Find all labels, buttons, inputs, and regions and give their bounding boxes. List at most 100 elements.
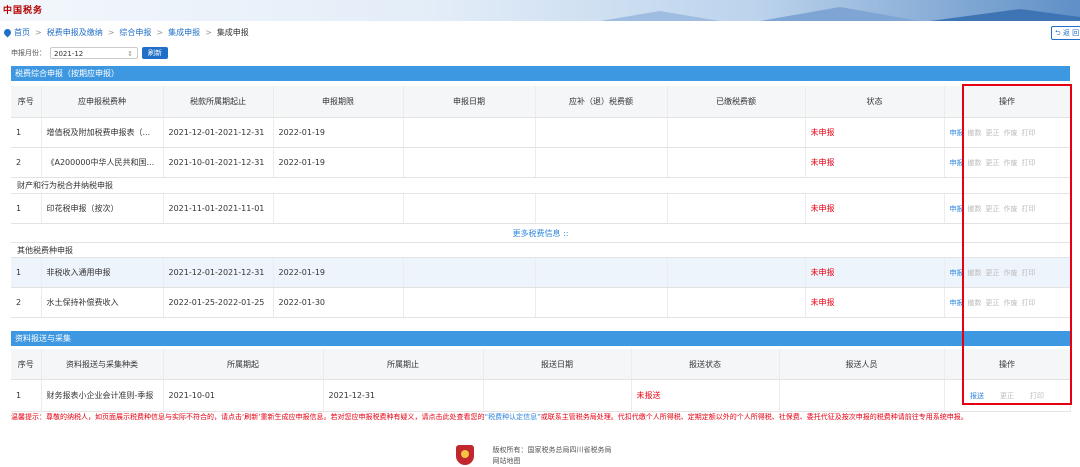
- more-tax-info-link[interactable]: 更多税费信息 ::: [11, 223, 1070, 243]
- row-paid: [667, 147, 806, 178]
- refresh-button[interactable]: 刷新: [142, 46, 168, 59]
- back-button[interactable]: ⮌ 返 回: [1051, 26, 1080, 40]
- breadcrumb-comprehensive[interactable]: 综合申报: [119, 28, 151, 37]
- row-tax-name: 非税收入通用申报: [41, 257, 164, 288]
- group-label: 其他税费种申报: [11, 242, 1070, 258]
- table-row: 1 财务报表小企业会计准则-季报 2021-10-01 2021-12-31 未…: [11, 379, 1071, 412]
- row-due: [535, 287, 668, 318]
- table-row: 1 增值税及附加税费申报表（... 2021-12-01-2021-12-31 …: [11, 117, 1071, 148]
- breadcrumb-separator: >: [156, 28, 164, 37]
- breadcrumb-separator: >: [205, 28, 212, 37]
- breadcrumb-separator: >: [107, 28, 115, 37]
- row-no: 2: [11, 147, 42, 178]
- breadcrumb-current: 集成申报: [216, 28, 249, 37]
- col-header: 状态: [805, 86, 945, 118]
- chevron-down-icon: ⇕: [127, 49, 133, 58]
- row-paid: [667, 193, 806, 224]
- tax-emblem-icon: [456, 445, 474, 465]
- row-person: [779, 379, 945, 412]
- row-tax-name: 印花税申报（按次）: [41, 193, 164, 224]
- row-date: [403, 257, 536, 288]
- header-banner: 中国税务: [0, 0, 1080, 21]
- banner-decoration: [760, 7, 920, 21]
- table-header-row: 序号 资料报送与采集种类 所属期起 所属期止 报送日期 报送状态 报送人员 操作: [11, 349, 1071, 380]
- row-deadline: 2022-01-19: [273, 147, 404, 178]
- col-header: 序号: [11, 349, 42, 380]
- col-header: 申报日期: [403, 86, 536, 118]
- warm-tip: 温馨提示：尊敬的纳税人，如页面展示税费种信息与实际不符合的，请点击‘刷新’重新生…: [11, 411, 1071, 423]
- footer: 版权所有：国家税务总局四川省税务局 网站地图: [456, 445, 612, 467]
- breadcrumb-tax-filing[interactable]: 税费申报及缴纳: [47, 28, 103, 37]
- section-header-tax: 税费综合申报（按期应申报）: [11, 66, 1070, 81]
- row-tax-name: 水土保持补偿费收入: [41, 287, 164, 318]
- row-deadline: 2022-01-19: [273, 257, 404, 288]
- row-paid: [667, 287, 806, 318]
- tax-type-info-link[interactable]: “税费种认定信息”: [484, 413, 540, 421]
- col-header: 申报期限: [273, 86, 404, 118]
- table-row: 1 非税收入通用申报 2021-12-01-2021-12-31 2022-01…: [11, 257, 1071, 288]
- row-due: [535, 193, 668, 224]
- banner-decoration: [600, 11, 720, 21]
- month-select[interactable]: 2021-12 ⇕: [50, 46, 138, 59]
- row-date: [483, 379, 632, 412]
- breadcrumb-home[interactable]: 首页: [14, 28, 30, 37]
- row-date: [403, 147, 536, 178]
- row-paid: [667, 117, 806, 148]
- materials-table: 序号 资料报送与采集种类 所属期起 所属期止 报送日期 报送状态 报送人员 操作…: [11, 349, 1071, 412]
- more-row: 更多税费信息 ::: [11, 223, 1070, 243]
- row-no: 2: [11, 287, 42, 318]
- row-no: 1: [11, 193, 42, 224]
- row-status: 未申报: [805, 147, 945, 178]
- row-status: 未申报: [805, 287, 945, 318]
- row-period: 2021-12-01-2021-12-31: [163, 117, 274, 148]
- col-header: 所属期止: [323, 349, 484, 380]
- footer-text: 版权所有：国家税务总局四川省税务局 网站地图: [493, 445, 612, 467]
- row-deadline: [273, 193, 404, 224]
- back-icon: ⮌: [1055, 29, 1063, 37]
- breadcrumb-separator: >: [35, 28, 42, 37]
- row-no: 1: [11, 379, 42, 412]
- table-row: 1 印花税申报（按次） 2021-11-01-2021-11-01 未申报 申报…: [11, 193, 1071, 224]
- tip-text: 温馨提示：尊敬的纳税人，如页面展示税费种信息与实际不符合的，请点击‘刷新’重新生…: [11, 413, 485, 421]
- row-date: [403, 193, 536, 224]
- month-label: 申报月份：: [11, 49, 46, 57]
- group-row: 财产和行为税合并纳税申报: [11, 177, 1070, 194]
- table-header-row: 序号 应申报税费种 税款所属期起止 申报期限 申报日期 应补（退）税费额 已缴税…: [11, 86, 1071, 118]
- site-logo: 中国税务: [3, 6, 44, 16]
- col-header: 所属期起: [163, 349, 324, 380]
- row-period: 2021-12-01-2021-12-31: [163, 257, 274, 288]
- col-header: 序号: [11, 86, 42, 118]
- col-header: 应申报税费种: [41, 86, 164, 118]
- filter-bar: 申报月份： 2021-12 ⇕ 刷新: [11, 46, 168, 60]
- row-tax-name: 增值税及附加税费申报表（...: [41, 117, 164, 148]
- row-period: 2021-11-01-2021-11-01: [163, 193, 274, 224]
- row-due: [535, 257, 668, 288]
- highlight-annotation-box: [962, 84, 1072, 405]
- row-end: 2021-12-31: [323, 379, 484, 412]
- row-period: 2022-01-25-2022-01-25: [163, 287, 274, 318]
- row-tax-name: 《A200000中华人民共和国...: [41, 147, 164, 178]
- row-status: 未申报: [805, 117, 945, 148]
- breadcrumb: 首页 > 税费申报及缴纳 > 综合申报 > 集成申报 > 集成申报: [2, 27, 249, 39]
- location-pin-icon: [2, 27, 13, 38]
- row-status: 未报送: [631, 379, 780, 412]
- row-no: 1: [11, 117, 42, 148]
- row-date: [403, 117, 536, 148]
- table-row: 2 《A200000中华人民共和国... 2021-10-01-2021-12-…: [11, 147, 1071, 178]
- breadcrumb-integrated[interactable]: 集成申报: [168, 28, 200, 37]
- col-header: 报送人员: [779, 349, 945, 380]
- col-header: 资料报送与采集种类: [41, 349, 164, 380]
- row-no: 1: [11, 257, 42, 288]
- col-header: 已缴税费额: [667, 86, 806, 118]
- row-period: 2021-10-01-2021-12-31: [163, 147, 274, 178]
- row-paid: [667, 257, 806, 288]
- col-header: 报送日期: [483, 349, 632, 380]
- site-map-link[interactable]: 网站地图: [493, 457, 521, 465]
- back-button-label: 返 回: [1062, 29, 1080, 37]
- row-material-name: 财务报表小企业会计准则-季报: [41, 379, 164, 412]
- row-status: 未申报: [805, 257, 945, 288]
- group-label: 财产和行为税合并纳税申报: [11, 177, 1070, 194]
- row-date: [403, 287, 536, 318]
- row-deadline: 2022-01-19: [273, 117, 404, 148]
- banner-decoration: [930, 9, 1080, 21]
